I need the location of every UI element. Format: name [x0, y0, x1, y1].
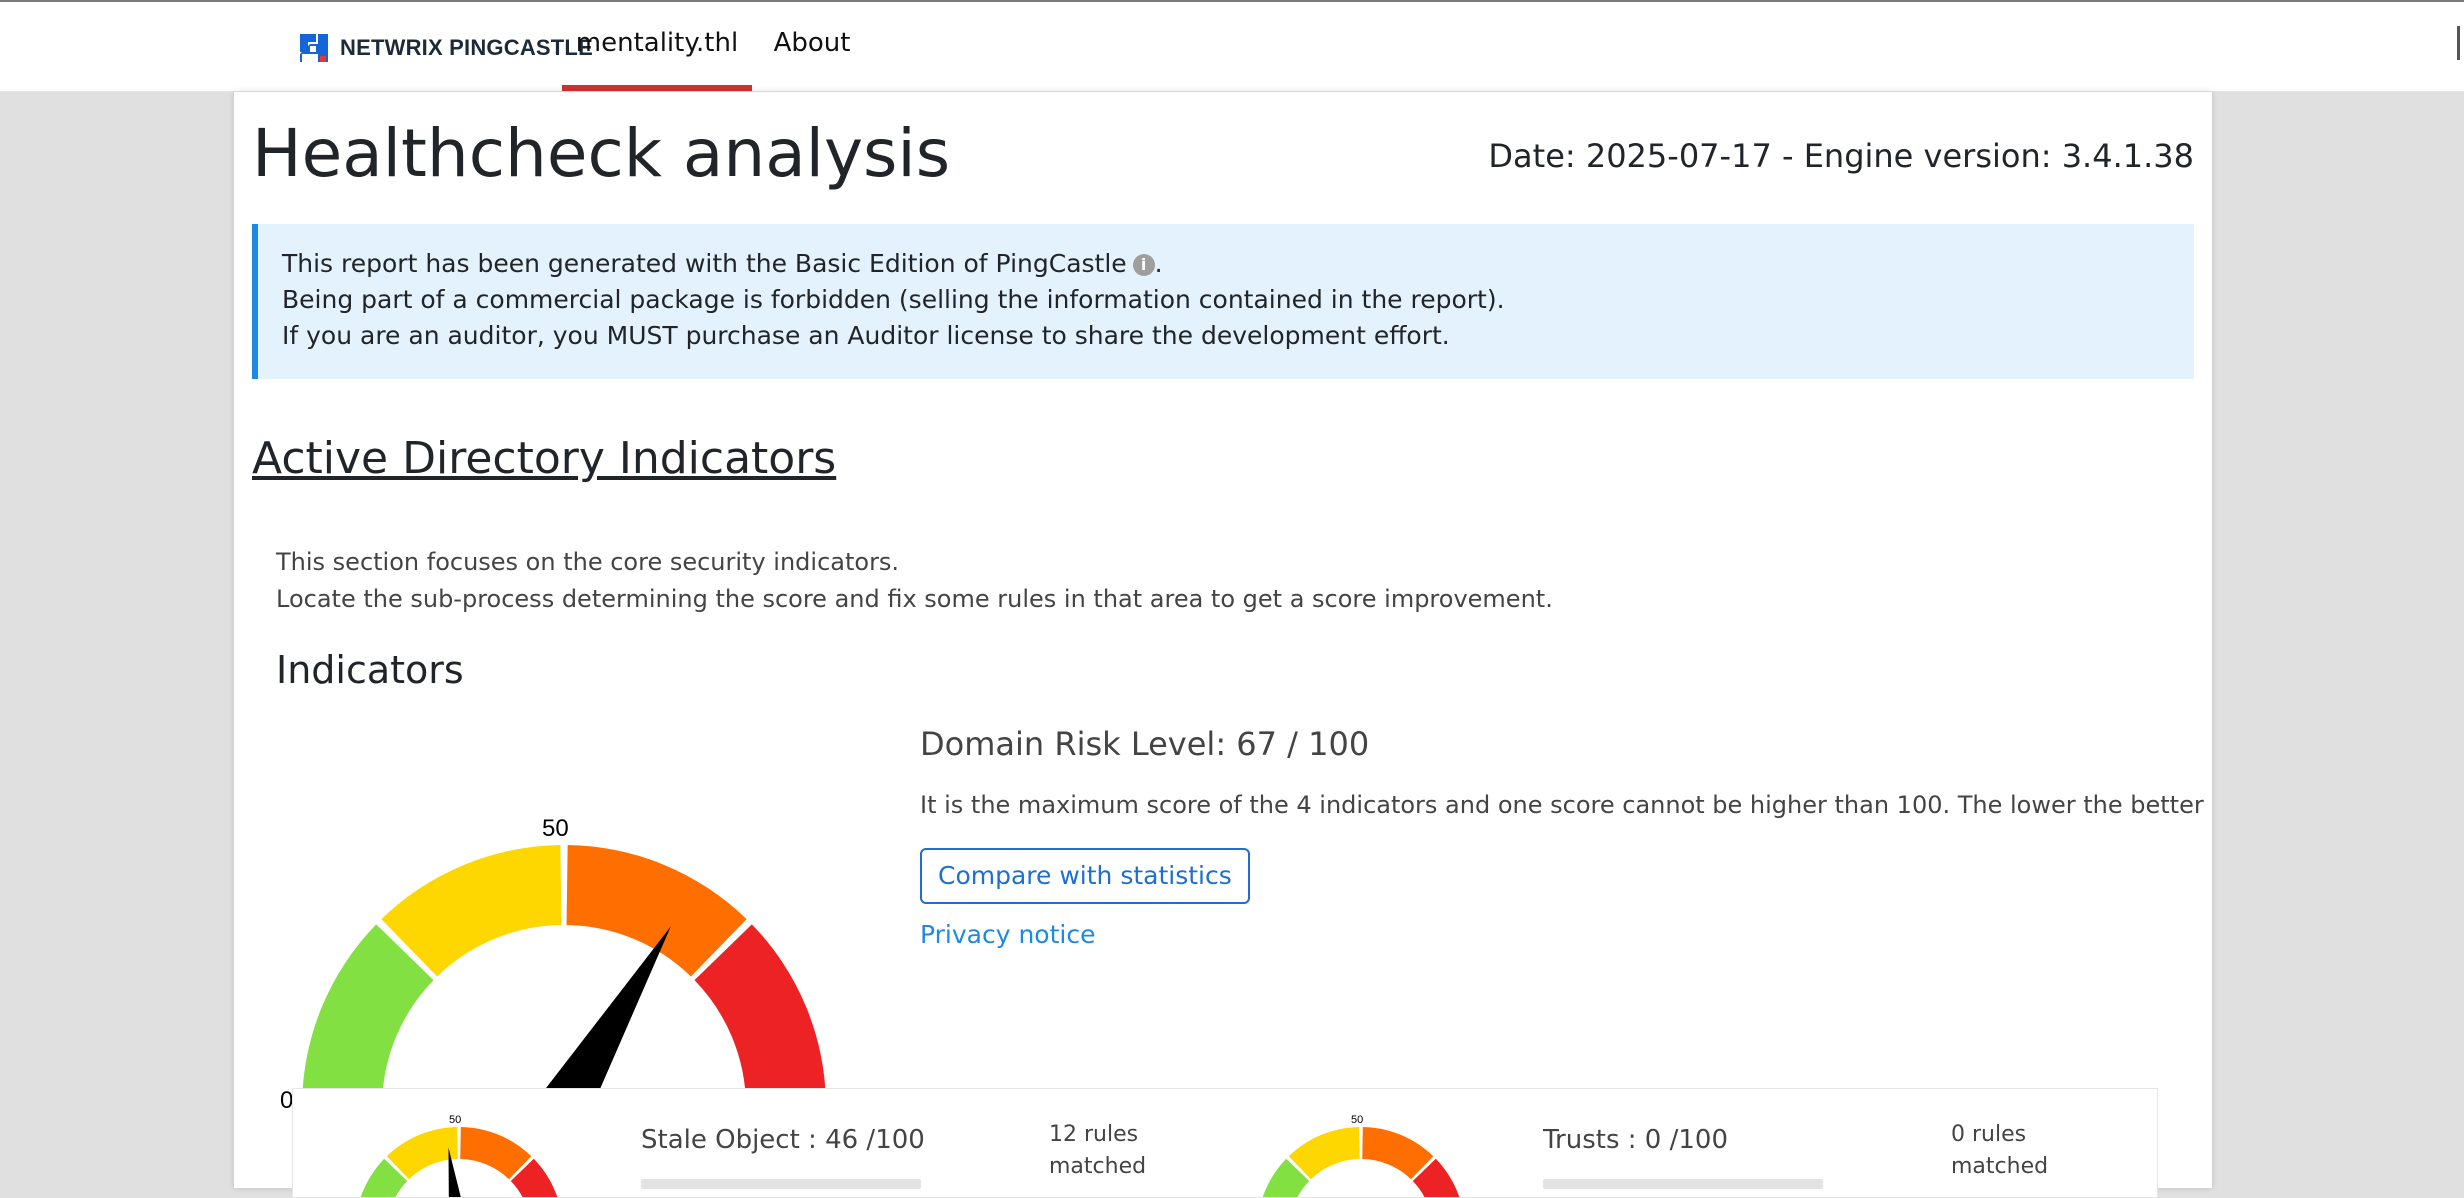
- sub-gauge-zone: [1288, 1127, 1360, 1180]
- trusts-rules-count: 0 rules: [1951, 1122, 2027, 1147]
- trusts-rules: 0 rules matched: [1951, 1119, 2048, 1183]
- domain-risk-gauge: 0 50 100: [280, 815, 844, 1133]
- indicators-heading: Indicators: [276, 648, 464, 692]
- gauge-mid-label: 50: [542, 815, 569, 842]
- notice-line-3: If you are an auditor, you MUST purchase…: [282, 321, 1450, 350]
- trusts-rules-matched: matched: [1951, 1154, 2049, 1179]
- sub-gauge-zone: [460, 1127, 532, 1180]
- brand-name: NETWRIX PINGCASTLE: [340, 35, 593, 60]
- stale-object-gauge-mid-label: 50: [449, 1114, 461, 1126]
- stale-object-rules: 12 rules matched: [1049, 1119, 1146, 1183]
- domain-risk-level: Domain Risk Level: 67 / 100: [920, 725, 1370, 763]
- sub-indicators-panel: 50 Stale Object : 46 /100 12 rules match…: [292, 1088, 2158, 1198]
- sub-gauge-zone: [386, 1127, 458, 1180]
- section-description: This section focuses on the core securit…: [276, 544, 1553, 618]
- notice-line-1-text: This report has been generated with the …: [282, 249, 1127, 278]
- top-navbar: NETWRIX PINGCASTLE mentality.thl About: [0, 2, 2464, 92]
- nav-tab-about-label: About: [773, 28, 851, 58]
- stale-object-gauge-zones: [360, 1127, 558, 1197]
- trusts-gauge-zones: [1262, 1127, 1460, 1197]
- info-circle-icon[interactable]: i: [1132, 254, 1155, 276]
- section-desc-line-2: Locate the sub-process determining the s…: [276, 585, 1553, 613]
- notice-line-1: This report has been generated with the …: [282, 246, 2194, 282]
- trusts-gauge-mid-label: 50: [1351, 1114, 1363, 1126]
- stale-object-rules-count: 12 rules: [1049, 1122, 1139, 1147]
- stale-object-title[interactable]: Stale Object : 46 /100: [641, 1123, 925, 1157]
- risk-summary: Domain Risk Level: 67 / 100 It is the ma…: [920, 722, 2204, 949]
- trusts-gauge: 50: [1262, 1114, 1460, 1197]
- brand[interactable]: NETWRIX PINGCASTLE: [296, 28, 593, 68]
- trusts-title[interactable]: Trusts : 0 /100: [1543, 1123, 1728, 1157]
- section-title-ad-indicators[interactable]: Active Directory Indicators: [252, 432, 836, 486]
- risk-description: It is the maximum score of the 4 indicat…: [920, 791, 2204, 819]
- stale-object-rules-matched: matched: [1049, 1154, 1147, 1179]
- privacy-notice-link[interactable]: Privacy notice: [920, 920, 2204, 949]
- nav-tab-domain[interactable]: mentality.thl: [562, 2, 752, 91]
- report-page: Healthcheck analysis Date: 2025-07-17 - …: [234, 92, 2212, 1198]
- stale-object-gauge: 50: [360, 1114, 558, 1197]
- nav-tab-domain-label: mentality.thl: [575, 28, 739, 58]
- scrollbar-stub[interactable]: [2457, 26, 2460, 60]
- page-title: Healthcheck analysis: [252, 115, 951, 192]
- compare-with-statistics-button[interactable]: Compare with statistics: [920, 848, 1250, 904]
- report-date-version: Date: 2025-07-17 - Engine version: 3.4.1…: [1488, 137, 2194, 175]
- edition-notice: This report has been generated with the …: [252, 224, 2194, 379]
- pingcastle-logo-icon: [296, 30, 332, 66]
- nav-tab-about[interactable]: About: [766, 2, 858, 91]
- section-desc-line-1: This section focuses on the core securit…: [276, 548, 900, 576]
- sub-gauge-zone: [1362, 1127, 1434, 1180]
- notice-line-1-end: .: [1154, 249, 1163, 278]
- notice-line-2: Being part of a commercial package is fo…: [282, 285, 1505, 314]
